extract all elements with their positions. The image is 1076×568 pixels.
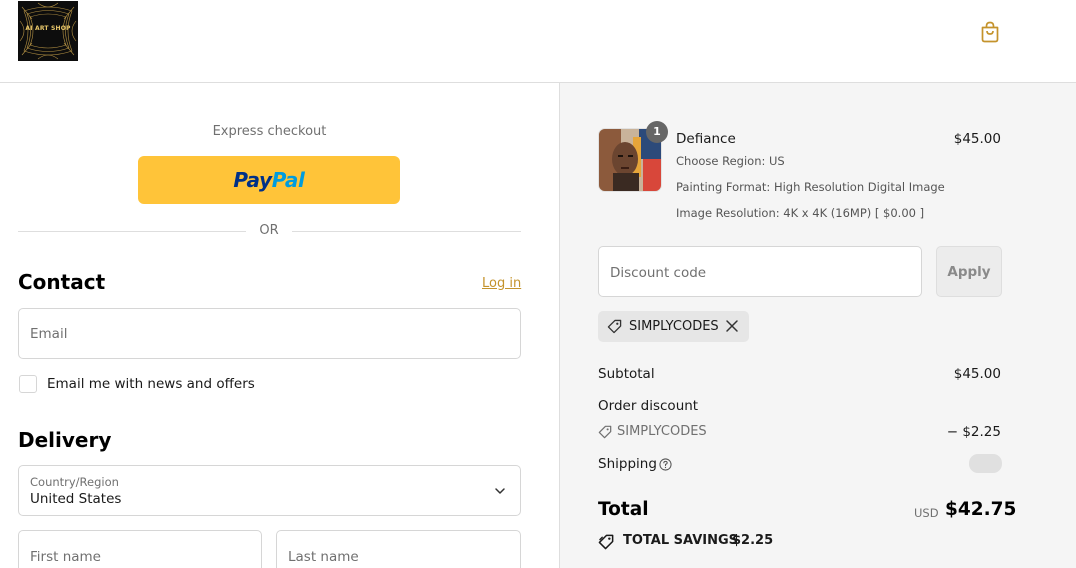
discount-placeholder: Discount code [610,265,707,281]
country-label: Country/Region [30,475,119,489]
total-label: Total [598,499,649,520]
discount-value: − $2.25 [946,424,1001,440]
product-option: Choose Region: US [676,154,785,168]
email-field[interactable]: Email [18,308,521,359]
express-checkout-label: Express checkout [212,124,327,139]
applied-code-text: SIMPLYCODES [629,319,719,334]
applied-discount-chip: SIMPLYCODES [598,311,749,342]
discount-code-text: SIMPLYCODES [617,424,707,439]
first-name-placeholder: First name [30,549,101,565]
shipping-value-placeholder [969,454,1002,473]
shipping-label: Shipping [598,456,657,472]
product-option: Painting Format: High Resolution Digital… [676,180,945,194]
total-savings-value: $2.25 [732,533,774,548]
discount-code-input[interactable]: Discount code [598,246,922,297]
chevron-down-icon [495,488,505,494]
remove-discount-icon[interactable] [725,319,739,333]
apply-discount-button[interactable]: Apply [936,246,1002,297]
contact-heading: Contact [18,270,106,294]
shop-logo[interactable]: AI ART SHOP [18,1,78,61]
paypal-logo: PayPal [233,168,305,192]
or-label: OR [259,223,279,238]
subtotal-label: Subtotal [598,366,655,382]
newsletter-label: Email me with news and offers [47,376,255,392]
product-price: $45.00 [953,131,1001,147]
paypal-button[interactable]: PayPal [138,156,400,204]
email-placeholder: Email [30,326,68,342]
first-name-field[interactable]: First name [18,530,262,568]
last-name-field[interactable]: Last name [276,530,521,568]
quantity-badge: 1 [646,121,668,143]
or-divider: OR [18,223,521,241]
country-select[interactable]: Country/Region United States [18,465,521,516]
help-icon[interactable] [659,458,672,471]
total-savings-label: TOTAL SAVINGS [623,533,739,548]
login-link[interactable]: Log in [482,276,521,291]
total-value: $42.75 [945,499,1017,520]
product-name: Defiance [676,131,736,147]
savings-tag-icon [598,534,614,550]
delivery-heading: Delivery [18,428,112,452]
total-currency: USD [914,506,939,520]
tag-icon [598,425,612,439]
header: AI ART SHOP [0,0,1076,83]
tag-icon [607,319,622,334]
country-value: United States [30,491,122,507]
order-discount-label: Order discount [598,398,699,414]
product-option: Image Resolution: 4K x 4K (16MP) [ $0.00… [676,206,925,220]
last-name-placeholder: Last name [288,549,359,565]
subtotal-value: $45.00 [953,366,1001,382]
shopping-bag-icon[interactable] [978,20,1002,44]
logo-text: AI ART SHOP [25,25,71,32]
newsletter-checkbox[interactable] [19,375,37,393]
